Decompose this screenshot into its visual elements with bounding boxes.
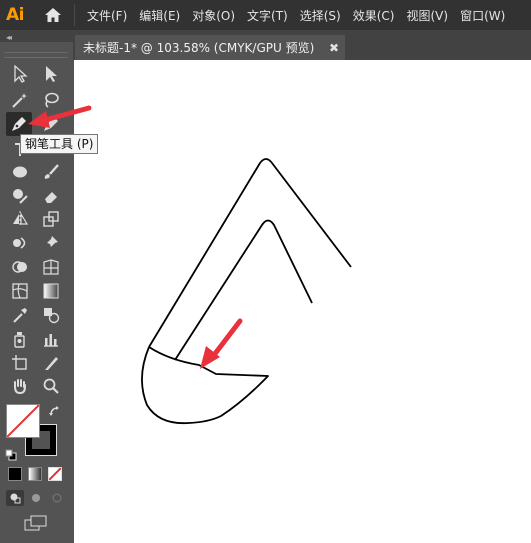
eraser-icon <box>45 192 57 203</box>
direct-selection-icon <box>46 66 57 82</box>
scale-tool[interactable] <box>38 207 64 231</box>
draw-normal-icon <box>10 493 21 504</box>
blend-icon <box>44 308 60 324</box>
lasso-icon <box>45 92 59 108</box>
curvature-pen-icon <box>44 117 58 131</box>
hand-icon <box>14 379 26 395</box>
eraser-tool[interactable] <box>38 184 64 208</box>
base-shape-path <box>141 346 269 425</box>
menu-bar: Ai 文件(F) 编辑(E) 对象(O) 文字(T) 选择(S) 效果(C) 视… <box>0 0 531 30</box>
draw-behind-icon <box>32 494 40 502</box>
symbol-sprayer-icon <box>14 332 25 348</box>
inner-path <box>174 219 313 361</box>
width-icon <box>13 237 26 249</box>
menu-edit[interactable]: 编辑(E) <box>133 7 186 24</box>
width-tool[interactable] <box>7 231 33 255</box>
pen-tool-tooltip: 钢笔工具 (P) <box>20 134 99 154</box>
symbol-sprayer-tool[interactable] <box>7 327 33 351</box>
color-mode-button[interactable] <box>8 467 22 481</box>
menu-window[interactable]: 窗口(W) <box>454 7 511 24</box>
document-tab-bar: ◂◂ 未标题-1* @ 103.58% (CMYK/GPU 预览) ✖ <box>0 30 531 60</box>
pen-icon <box>12 117 26 131</box>
tools-panel <box>0 42 73 543</box>
home-icon <box>45 8 61 22</box>
shape-builder-tool[interactable] <box>7 255 33 279</box>
perspective-grid-icon <box>43 259 59 275</box>
app-logo: Ai <box>6 5 24 25</box>
menu-object[interactable]: 对象(O) <box>186 7 241 24</box>
reflect-icon <box>13 211 29 227</box>
artboard-icon <box>12 355 27 370</box>
shaper-icon <box>13 189 28 204</box>
draw-behind-button[interactable] <box>27 490 45 506</box>
selection-tool[interactable] <box>7 62 33 86</box>
scale-icon <box>43 211 59 227</box>
menu-file[interactable]: 文件(F) <box>81 7 133 24</box>
home-button[interactable] <box>42 4 64 26</box>
screen-mode-icon <box>24 515 47 531</box>
paintbrush-tool[interactable] <box>38 160 64 184</box>
slice-knife-icon <box>45 357 58 370</box>
selection-arrow-icon <box>14 65 28 83</box>
puppet-warp-tool[interactable] <box>38 231 64 255</box>
eyedropper-icon <box>13 308 27 323</box>
zoom-magnifier-icon <box>43 378 59 394</box>
none-icon <box>49 468 61 480</box>
paintbrush-icon <box>44 164 59 179</box>
artwork <box>141 158 352 425</box>
magic-wand-tool[interactable] <box>7 88 33 112</box>
fill-swatch[interactable] <box>6 404 40 438</box>
draw-inside-icon <box>52 493 62 503</box>
hand-tool[interactable] <box>7 374 33 398</box>
reflect-tool[interactable] <box>7 207 33 231</box>
menu-type[interactable]: 文字(T) <box>241 7 294 24</box>
slice-tool[interactable] <box>38 351 64 375</box>
panel-collapse-icon[interactable]: ◂◂ <box>6 33 12 42</box>
outer-path <box>148 158 352 348</box>
draw-normal-button[interactable] <box>6 490 24 506</box>
bar-graph-icon <box>44 334 58 347</box>
screen-mode-button[interactable] <box>24 515 48 531</box>
none-mode-button[interactable] <box>48 467 62 481</box>
curvature-tool[interactable] <box>38 112 64 136</box>
artboard-canvas[interactable] <box>74 60 531 543</box>
shape-builder-icon <box>12 261 27 273</box>
graph-tool[interactable] <box>38 327 64 351</box>
eyedropper-tool[interactable] <box>7 303 33 327</box>
ellipse-icon <box>13 166 27 178</box>
direct-selection-tool[interactable] <box>38 62 64 86</box>
panel-grip[interactable] <box>4 52 68 58</box>
magic-wand-icon <box>12 93 27 108</box>
menu-effect[interactable]: 效果(C) <box>347 7 401 24</box>
document-tab[interactable]: 未标题-1* @ 103.58% (CMYK/GPU 预览) ✖ <box>75 35 345 60</box>
perspective-grid-tool[interactable] <box>38 255 64 279</box>
menu-select[interactable]: 选择(S) <box>294 7 347 24</box>
mesh-tool[interactable] <box>7 279 33 303</box>
menu-view[interactable]: 视图(V) <box>400 7 454 24</box>
none-color-slash-icon <box>7 405 39 437</box>
artboard-tool[interactable] <box>7 351 33 375</box>
zoom-tool[interactable] <box>38 374 64 398</box>
document-tab-title: 未标题-1* @ 103.58% (CMYK/GPU 预览) <box>83 41 315 55</box>
default-colors-icon <box>5 449 17 461</box>
gradient-tool[interactable] <box>38 279 64 303</box>
gradient-icon <box>43 283 59 299</box>
draw-inside-button[interactable] <box>48 490 66 506</box>
blend-tool[interactable] <box>38 303 64 327</box>
pen-tool[interactable] <box>6 112 32 136</box>
default-fill-stroke-button[interactable] <box>5 446 17 461</box>
swap-arrow-icon <box>49 406 59 416</box>
illustrator-window: Ai 文件(F) 编辑(E) 对象(O) 文字(T) 选择(S) 效果(C) 视… <box>0 0 531 543</box>
gradient-mode-button[interactable] <box>28 467 42 481</box>
lasso-tool[interactable] <box>38 88 64 112</box>
tab-close-button[interactable]: ✖ <box>329 41 339 55</box>
mesh-icon <box>12 283 28 299</box>
pin-icon <box>45 236 58 249</box>
menu-separator <box>74 4 75 26</box>
ellipse-tool[interactable] <box>7 160 33 184</box>
shaper-tool[interactable] <box>7 184 33 208</box>
swap-fill-stroke-button[interactable] <box>48 404 62 418</box>
